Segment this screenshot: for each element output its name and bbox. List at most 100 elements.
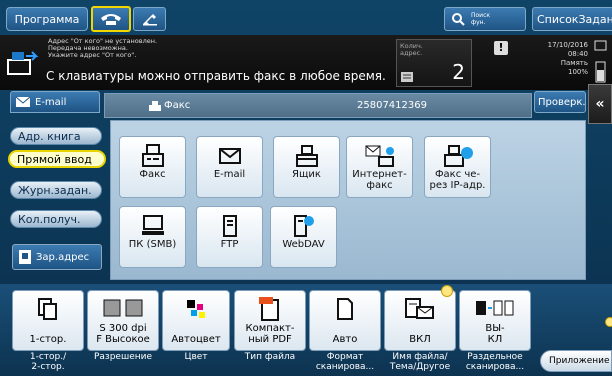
setting-resolution[interactable]: S 300 dpi F Высокое	[87, 290, 159, 351]
fax-scan-screen: Программа Поискфун. СписокЗаданий Адрес …	[0, 0, 612, 376]
list-icon	[401, 72, 413, 82]
caption-color: Цвет	[184, 352, 208, 362]
memory-value: 100%	[567, 68, 588, 76]
email-tab-label: E-mail	[35, 96, 67, 108]
job-list-label: СписокЗаданий	[537, 12, 612, 26]
time: 08:40	[567, 50, 588, 58]
envelope-icon	[15, 96, 31, 107]
sidebar-job-log[interactable]: Журн.задан.	[10, 181, 102, 199]
ftp-server-icon	[222, 215, 237, 237]
setting-changed-indicator	[441, 285, 453, 297]
setting-file-type[interactable]: Компакт- ный PDF	[234, 290, 306, 351]
file-mail-icon	[405, 298, 434, 319]
fax-send-icon	[6, 48, 40, 78]
sidebar-address-book-label: Адр. книга	[18, 129, 81, 143]
tile-fax-label: Факс	[139, 169, 166, 180]
setting-separate-scan[interactable]: ВЫ- КЛ	[459, 290, 531, 351]
check-job-button[interactable]: Проверк.н	[534, 91, 586, 113]
tile-ftp[interactable]: FTP	[196, 206, 263, 268]
search-icon	[452, 13, 465, 26]
storage-icon	[594, 40, 608, 84]
function-search-button[interactable]: Поиск фун.	[444, 7, 526, 31]
applications-label: Приложение	[549, 356, 610, 366]
sidebar-direct-input[interactable]: Прямой ввод	[8, 150, 106, 168]
caption-file-type: Тип файла	[244, 352, 296, 362]
tile-internet-fax[interactable]: Интернет- факс	[346, 136, 413, 198]
envelope-icon	[218, 148, 241, 164]
fax-number: 25807412369	[357, 100, 427, 111]
count-label-line2: адрес.	[400, 49, 423, 57]
count-label: Колич. адрес.	[400, 43, 423, 57]
sidebar-multi-address-label: Кол.получ.	[18, 212, 81, 226]
tile-ftp-label: FTP	[220, 239, 239, 250]
register-address-label: Зар.адрес	[36, 251, 90, 263]
setting-filename-value: ВКЛ	[409, 334, 431, 345]
ip-fax-icon	[443, 145, 473, 167]
tile-ip-fax[interactable]: Факс че- рез IP-адр.	[424, 136, 491, 198]
tile-internet-fax-label: Интернет- факс	[352, 169, 407, 191]
fax-icon	[141, 144, 164, 167]
tile-fax[interactable]: Факс	[119, 136, 186, 198]
setting-resolution-value: S 300 dpi F Высокое	[96, 323, 150, 345]
on-hook-button[interactable]	[133, 7, 166, 31]
setting-changed-indicator-2	[605, 317, 612, 327]
setting-color[interactable]: Автоцвет	[162, 290, 230, 351]
date: 17/10/2016	[547, 41, 588, 49]
sender-warning: Адрес "От кого" не установлен. Передача …	[48, 38, 348, 59]
setting-scan-size[interactable]: Авто	[309, 290, 381, 351]
warning-line-3: Укажите адрес "От кого".	[48, 51, 137, 59]
destination-count-box: Колич. адрес. 2	[396, 39, 472, 87]
setting-duplex[interactable]: 1-стор.	[12, 290, 84, 351]
caption-resolution: Разрешение	[93, 352, 153, 362]
sidebar-multi-address[interactable]: Кол.получ.	[10, 210, 102, 228]
pc-icon	[141, 215, 164, 235]
tile-webdav[interactable]: WebDAV	[270, 206, 337, 268]
sidebar-direct-input-label: Прямой ввод	[17, 152, 92, 166]
memory-label: Память	[560, 59, 588, 67]
resolution-icon	[103, 299, 143, 317]
setting-file-type-value: Компакт- ный PDF	[245, 323, 295, 345]
tile-box-label: Ящик	[292, 169, 321, 180]
fax-type: Факс	[149, 100, 190, 111]
email-tab[interactable]: E-mail	[10, 91, 100, 113]
sidebar-job-log-label: Журн.задан.	[18, 183, 92, 197]
tile-webdav-label: WebDAV	[282, 239, 325, 250]
program-button[interactable]: Программа	[6, 7, 88, 31]
sidebar-address-book[interactable]: Адр. книга	[10, 127, 102, 145]
box-icon	[295, 145, 318, 167]
auto-color-icon	[187, 300, 205, 318]
single-side-icon	[38, 298, 57, 320]
setting-filename[interactable]: ВКЛ	[384, 290, 456, 351]
caption-separate-scan: Раздельное сканирова...	[465, 352, 525, 372]
double-chevron-left-icon: «	[595, 96, 605, 112]
job-list-button[interactable]: СписокЗаданий	[532, 7, 612, 31]
setting-scan-size-value: Авто	[332, 334, 358, 345]
applications-button[interactable]: Приложение	[540, 350, 612, 372]
register-address-button[interactable]: Зар.адрес	[12, 244, 102, 270]
warning-icon[interactable]: !	[494, 41, 508, 55]
destination-count: 2	[452, 60, 465, 84]
phone-icon	[101, 14, 121, 25]
tile-email[interactable]: E-mail	[196, 136, 263, 198]
phone-hook-button[interactable]	[91, 6, 131, 32]
fax-label: Факс	[164, 100, 191, 111]
pdf-icon	[259, 297, 279, 321]
webdav-server-icon	[293, 215, 314, 237]
collapse-panel-button[interactable]: «	[588, 84, 612, 124]
program-label: Программа	[14, 12, 80, 26]
address-book-icon	[19, 250, 31, 264]
check-job-label: Проверк.н	[538, 96, 586, 108]
setting-duplex-value: 1-стор.	[29, 334, 67, 345]
handset-icon	[142, 14, 157, 26]
search-label-line1: Поиск	[471, 12, 491, 19]
tile-pc-smb[interactable]: ПК (SMB)	[119, 206, 186, 268]
setting-separate-scan-value: ВЫ- КЛ	[485, 323, 505, 345]
page-size-icon	[337, 298, 353, 320]
caption-duplex: 1-стор./ 2-стор.	[29, 352, 67, 372]
tile-pc-smb-label: ПК (SMB)	[128, 239, 177, 250]
tile-ip-fax-label: Факс че- рез IP-адр.	[429, 169, 486, 191]
fax-destination-bar: Факс 25807412369	[104, 93, 532, 118]
tile-box[interactable]: Ящик	[273, 136, 340, 198]
tile-email-label: E-mail	[213, 169, 246, 180]
separate-scan-icon	[476, 300, 514, 316]
